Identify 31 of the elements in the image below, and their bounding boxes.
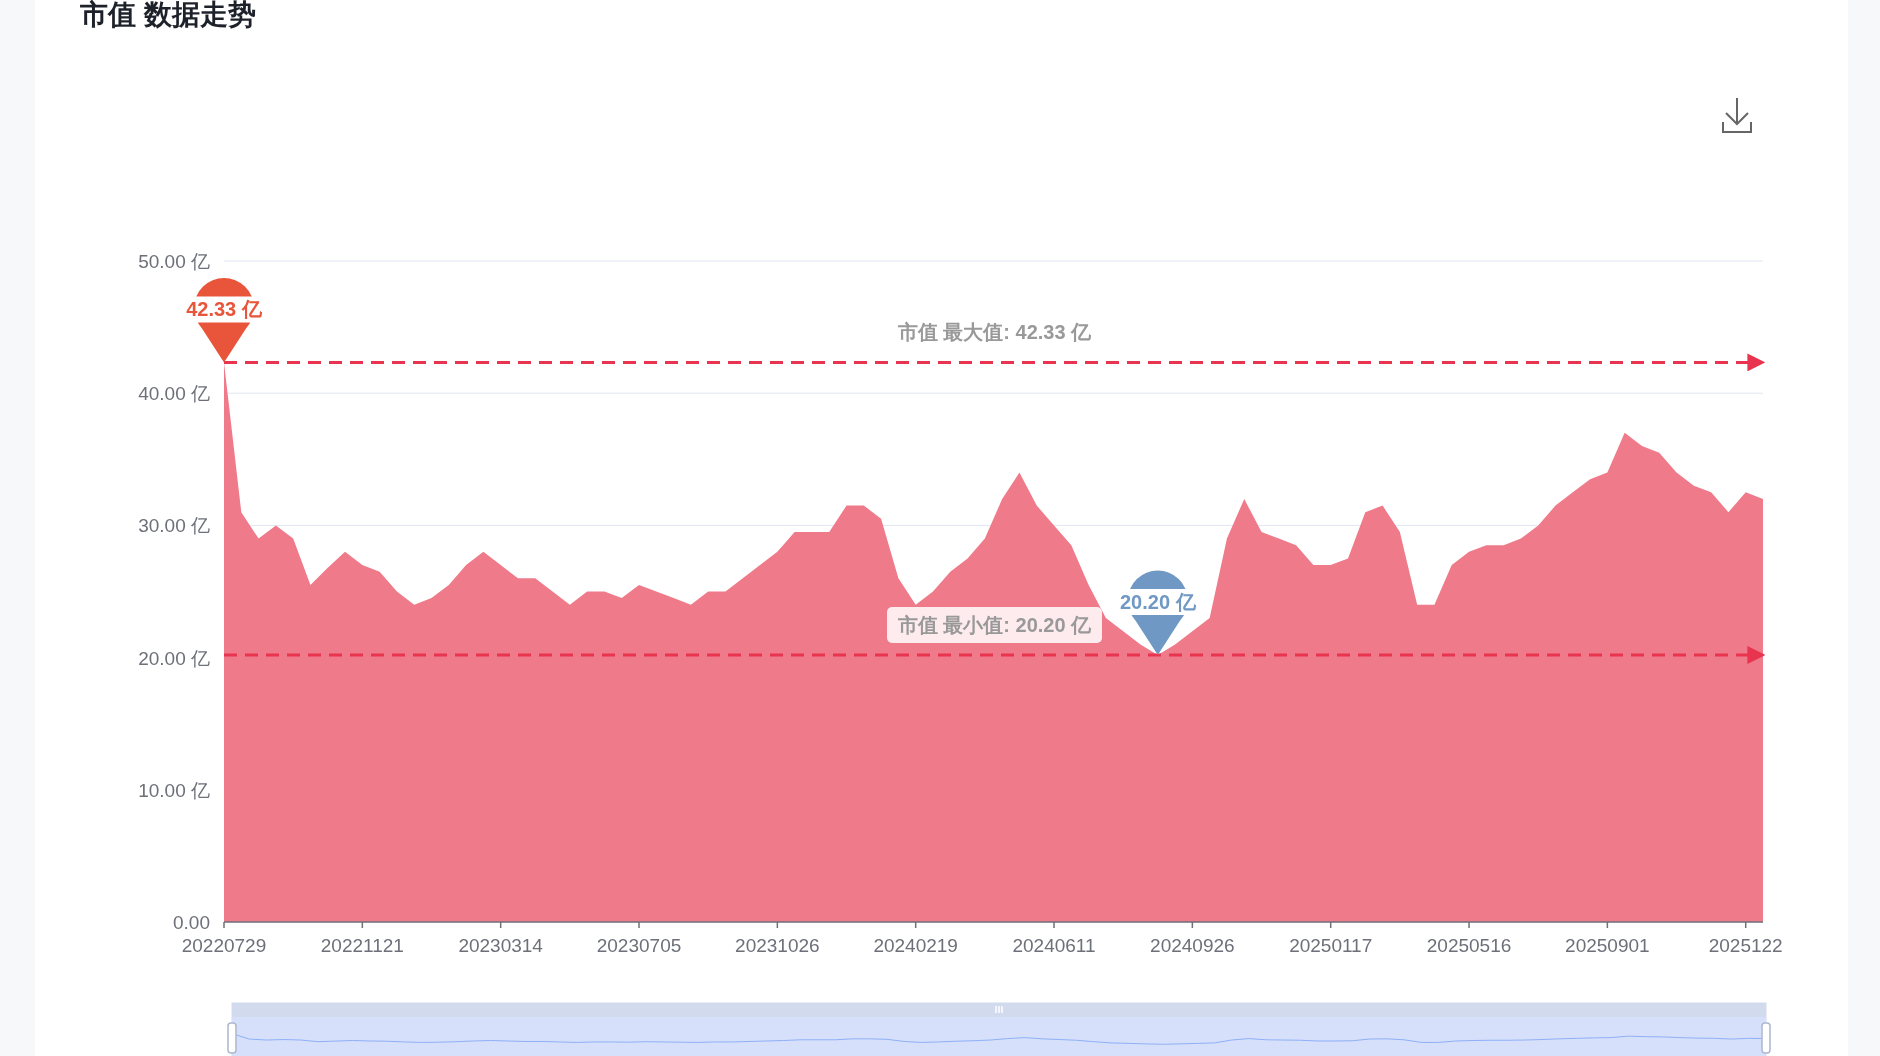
axis-label: 10.00 亿: [138, 779, 210, 801]
axis-label: 20250516: [1426, 935, 1512, 956]
ref-line-label: 市值 最大值: 42.33 亿: [896, 321, 1093, 344]
axis-label: 0.00: [173, 912, 210, 933]
axis-label: 30.00 亿: [138, 515, 210, 537]
axis-label: 20250117: [1289, 935, 1373, 956]
slider-handle[interactable]: [227, 1022, 237, 1054]
axis-label: 20.00 亿: [138, 647, 210, 669]
reference-line-label: 市值 最小值: 20.20 亿: [887, 606, 1102, 643]
grip-icon[interactable]: [995, 1005, 1003, 1014]
slider-window[interactable]: [232, 1017, 1766, 1056]
axis-label: 20240926: [1150, 935, 1235, 956]
axis-label: 20240611: [1012, 935, 1096, 956]
annotation: 42.33 亿: [186, 298, 263, 321]
axis-label: 20240219: [873, 935, 958, 956]
axis-label: 20230705: [596, 935, 682, 956]
axis-label: 20250901: [1565, 935, 1650, 956]
axis-label: 20221121: [320, 935, 404, 956]
zoom-slider[interactable]: [231, 1002, 1767, 1056]
axis-label: 20220729: [181, 935, 267, 956]
reference-line-label: 市值 最大值: 42.33 亿: [887, 314, 1102, 351]
ref-line-label: 市值 最小值: 20.20 亿: [896, 613, 1093, 636]
axis-label: 2025122: [1708, 935, 1783, 956]
download-icon[interactable]: [1722, 97, 1752, 133]
slider-handle[interactable]: [1761, 1022, 1771, 1054]
axis-label: 50.00 亿: [138, 251, 210, 272]
chart-title: 市值 数据走势: [80, 0, 257, 30]
axis-label: 20231026: [735, 935, 820, 956]
annotation: 20.20 亿: [1119, 590, 1197, 613]
axis-label: 20230314: [458, 935, 543, 956]
axis-label: 40.00 亿: [138, 383, 210, 405]
